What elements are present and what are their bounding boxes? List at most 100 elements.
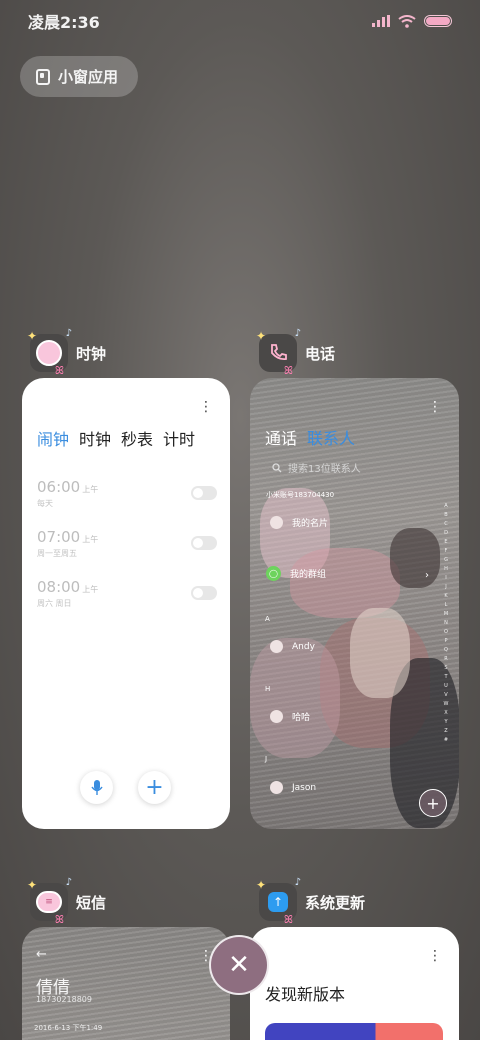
alphabet-index-letter[interactable]: S — [444, 665, 447, 671]
alarm-time: 08:00 — [37, 578, 81, 596]
alphabet-index-letter[interactable]: C — [444, 521, 448, 527]
alphabet-index-letter[interactable]: I — [445, 575, 446, 581]
search-icon — [272, 462, 282, 472]
messages-app-card[interactable]: ← ⋮ 倩倩 18730218809 2016-6-13 下午1:49 — [22, 927, 230, 1040]
tab-calls[interactable]: 通话 — [265, 425, 297, 449]
alphabet-index-letter[interactable]: # — [444, 737, 448, 743]
contact-search[interactable]: 搜索13位联系人 — [272, 460, 361, 475]
alphabet-index-letter[interactable]: O — [444, 629, 448, 635]
tab-timer[interactable]: 计时 — [163, 426, 195, 450]
more-options-icon[interactable]: ⋮ — [428, 949, 442, 963]
alphabet-index-letter[interactable]: Q — [444, 647, 448, 653]
alphabet-index-letter[interactable]: K — [444, 593, 447, 599]
alarm-days: 周六 周日 — [37, 599, 72, 608]
tab-clock[interactable]: 时钟 — [79, 426, 111, 450]
phone-app-header[interactable]: ✦ ♪ ꕤ 电话 — [256, 328, 336, 377]
alphabet-index-letter[interactable]: D — [444, 530, 448, 536]
phone-app-card[interactable]: ⋮ 通话 联系人 搜索13位联系人 小米账号183704430 我的名片 ◯ 我… — [250, 378, 459, 829]
add-contact-button[interactable]: + — [419, 789, 447, 817]
alphabet-index-letter[interactable]: R — [444, 656, 447, 662]
close-icon: ✕ — [228, 950, 250, 980]
contact-name: Andy — [292, 641, 315, 652]
alphabet-index-letter[interactable]: E — [444, 539, 447, 545]
microphone-icon — [90, 779, 103, 795]
plus-icon: + — [145, 775, 164, 800]
alphabet-index-letter[interactable]: N — [444, 620, 448, 626]
alphabet-index-letter[interactable]: U — [444, 683, 448, 689]
message-date: 2016-6-13 下午1:49 — [34, 1024, 103, 1032]
messages-app-header[interactable]: ✦ ♪ ≡ ꕤ 短信 — [27, 877, 106, 926]
status-bar: 凌晨2:36 — [0, 0, 480, 42]
clock-app-header[interactable]: ✦ ♪ ꕤ 时钟 — [27, 328, 107, 377]
tab-alarm[interactable]: 闹钟 — [37, 426, 69, 450]
contact-name: 我的名片 — [292, 519, 329, 529]
alarm-row[interactable]: 06:00 上午 每天 — [37, 478, 217, 509]
alarm-row[interactable]: 07:00 上午 周一至周五 — [37, 528, 217, 559]
alphabet-index-letter[interactable]: A — [444, 503, 447, 509]
alphabet-index-letter[interactable]: Z — [444, 728, 447, 734]
group-icon: ◯ — [266, 566, 281, 581]
alphabet-index-letter[interactable]: F — [445, 548, 448, 554]
avatar — [270, 640, 283, 653]
alphabet-index-letter[interactable]: L — [445, 602, 448, 608]
alarm-days: 每天 — [37, 499, 53, 508]
messages-app-icon: ✦ ♪ ≡ ꕤ — [27, 877, 72, 926]
plus-icon: + — [426, 793, 440, 813]
contact-name: 哈哈 — [292, 713, 311, 723]
phone-app-icon: ✦ ♪ ꕤ — [256, 328, 301, 377]
clock-app-card[interactable]: ⋮ 闹钟 时钟 秒表 计时 06:00 上午 每天 07:00 上午 周一至周五 0… — [22, 378, 230, 829]
contact-name: 我的群组 — [290, 570, 327, 580]
avatar — [270, 516, 283, 529]
alarm-row[interactable]: 08:00 上午 周六 周日 — [37, 578, 217, 609]
search-placeholder: 搜索13位联系人 — [288, 464, 361, 475]
alphabet-index-letter[interactable]: P — [444, 638, 447, 644]
alphabet-index-letter[interactable]: B — [444, 512, 447, 518]
mini-window-apps-button[interactable]: 小窗应用 — [20, 56, 138, 97]
contact-row[interactable]: Andy — [270, 640, 315, 653]
system-update-app-icon: ✦ ♪ ↑ ꕤ — [256, 877, 301, 926]
update-title: 发现新版本 — [265, 985, 346, 1004]
more-options-icon[interactable]: ⋮ — [199, 400, 213, 414]
section-letter: A — [265, 615, 270, 623]
mini-window-icon — [36, 68, 50, 85]
more-options-icon[interactable]: ⋮ — [428, 400, 442, 414]
alarm-toggle[interactable] — [191, 486, 217, 500]
alphabet-index-letter[interactable]: G — [444, 557, 448, 563]
clear-all-button[interactable]: ✕ — [209, 935, 269, 995]
avatar — [270, 710, 283, 723]
section-letter: J — [265, 755, 268, 763]
alphabet-index-letter[interactable]: J — [445, 584, 446, 590]
alphabet-index-letter[interactable]: T — [444, 674, 447, 680]
update-banner — [265, 1023, 443, 1040]
my-card-row[interactable]: 我的名片 — [270, 516, 328, 529]
alphabet-index-letter[interactable]: X — [444, 710, 447, 716]
voice-alarm-button[interactable] — [80, 771, 113, 804]
clock-app-icon: ✦ ♪ ꕤ — [27, 328, 72, 377]
system-update-app-card[interactable]: ⋮ 发现新版本 — [250, 927, 459, 1040]
alarm-ampm: 上午 — [82, 535, 99, 544]
back-arrow-icon[interactable]: ← — [36, 947, 47, 962]
tab-contacts[interactable]: 联系人 — [307, 425, 355, 449]
tab-stopwatch[interactable]: 秒表 — [121, 426, 153, 450]
contact-row[interactable]: Jason — [270, 781, 316, 794]
alphabet-index-letter[interactable]: V — [444, 692, 447, 698]
alphabet-index-letter[interactable]: M — [444, 611, 448, 617]
phone-app-name: 电话 — [305, 344, 336, 363]
wifi-icon — [398, 14, 416, 28]
alarm-ampm: 上午 — [82, 585, 99, 594]
status-time: 凌晨2:36 — [28, 13, 100, 32]
alphabet-index[interactable]: A B C D E F G H I J K L M N O P Q R S T U V W X Y Z # — [441, 503, 451, 813]
alarm-time: 07:00 — [37, 528, 81, 546]
add-alarm-button[interactable]: + — [138, 771, 171, 804]
contact-row[interactable]: 哈哈 — [270, 710, 310, 723]
avatar — [270, 781, 283, 794]
alphabet-index-letter[interactable]: W — [444, 701, 449, 707]
my-groups-row[interactable]: ◯ 我的群组 — [266, 566, 326, 581]
alarm-toggle[interactable] — [191, 536, 217, 550]
alphabet-index-letter[interactable]: Y — [444, 719, 447, 725]
alarm-toggle[interactable] — [191, 586, 217, 600]
system-update-app-header[interactable]: ✦ ♪ ↑ ꕤ 系统更新 — [256, 877, 365, 926]
clock-app-name: 时钟 — [76, 344, 107, 363]
alphabet-index-letter[interactable]: H — [444, 566, 448, 572]
contact-name: Jason — [292, 782, 317, 793]
